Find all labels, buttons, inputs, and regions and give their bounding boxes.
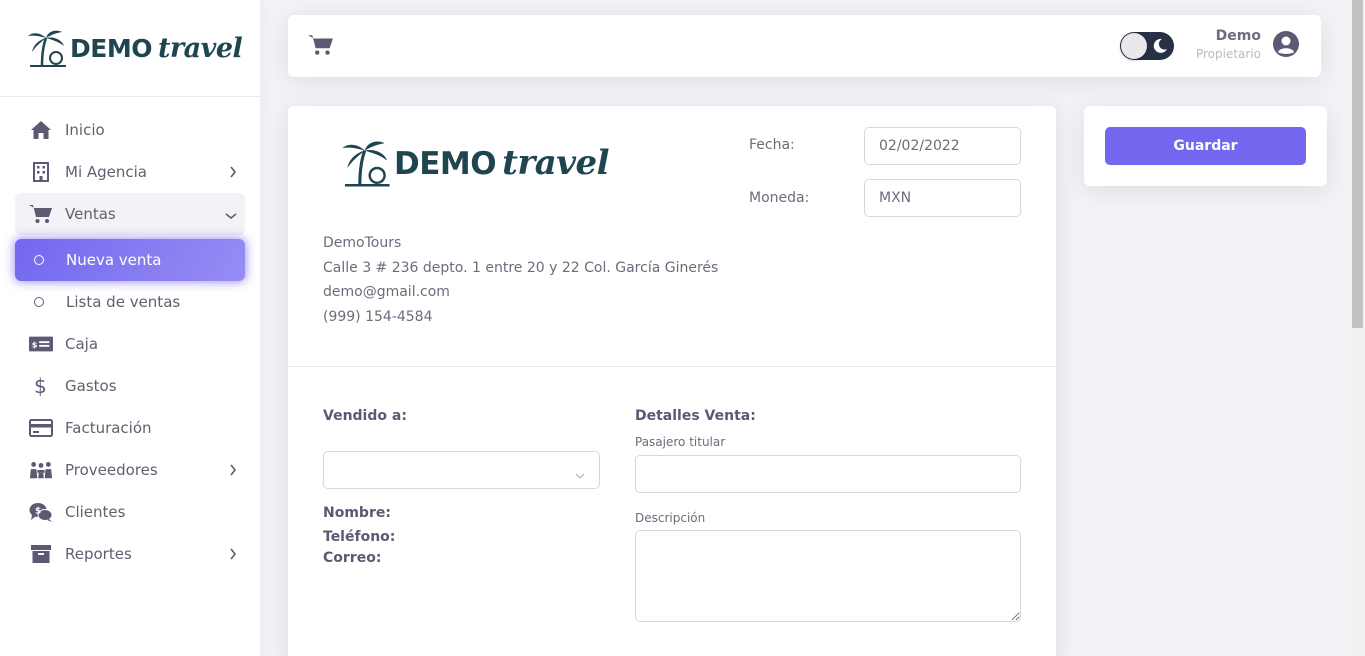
chevron-down-icon [575,465,585,484]
passenger-input[interactable] [635,455,1021,493]
invoice-logo-text: DEMO travel [394,143,610,183]
sidebar-item-gastos[interactable]: $ Gastos [15,365,245,407]
home-icon [29,118,53,142]
sidebar-item-nueva-venta[interactable]: Nueva venta [15,239,245,281]
circle-icon [34,255,44,265]
currency-input[interactable] [864,179,1021,217]
invoice-logo-inner: DEMO travel [340,138,610,188]
currency-label: Moneda: [749,190,810,206]
date-input[interactable] [864,127,1021,165]
brand-word-travel: travel [502,143,610,183]
sidebar-item-label: Ventas [65,205,116,223]
circle-icon [34,297,44,307]
sidebar-item-label: Facturación [65,419,152,437]
sidebar-item-lista-de-ventas[interactable]: Lista de ventas [15,281,245,323]
toggle-knob [1121,33,1147,59]
description-label: Descripción [635,511,706,525]
chevron-down-icon [225,206,237,224]
sidebar: DEMO travel Inicio Mi Agencia Ventas Nue… [0,0,260,656]
actions-card: Guardar [1084,106,1327,186]
brand-logo-text: DEMO travel [70,32,243,64]
sidebar-item-label: Caja [65,335,99,353]
people-icon [29,458,53,482]
sidebar-item-ventas[interactable]: Ventas [15,193,245,235]
brand-word-travel: travel [157,32,243,64]
invoice-card: DEMO travel DemoTours Calle 3 # 236 depto… [288,106,1056,656]
page-scrollbar[interactable] [1350,0,1365,656]
user-info[interactable]: Demo Propietario [1196,28,1261,61]
chevron-right-icon [229,164,237,182]
sale-details-title: Detalles Venta: [635,408,756,424]
sidebar-item-caja[interactable]: $ Caja [15,323,245,365]
svg-text:$: $ [35,507,41,517]
top-navbar: Demo Propietario [288,15,1321,77]
archive-icon [29,542,53,566]
scrollbar-thumb[interactable] [1352,0,1363,328]
user-role: Propietario [1195,47,1261,61]
invoice-logo: DEMO travel [340,138,610,188]
passenger-label: Pasajero titular [635,435,726,449]
sidebar-item-clientes[interactable]: $ Clientes [15,491,245,533]
section-divider [288,366,1056,367]
chevron-right-icon [229,462,237,480]
company-address: Calle 3 # 236 depto. 1 entre 20 y 22 Col… [323,259,719,276]
palm-tree-icon [28,30,66,67]
description-textarea[interactable] [635,530,1021,622]
building-icon [29,160,53,184]
company-phone: (999) 154-4584 [323,308,433,325]
sidebar-item-mi-agencia[interactable]: Mi Agencia [15,151,245,193]
save-button[interactable]: Guardar [1105,127,1306,165]
sidebar-item-label: Clientes [65,503,126,521]
comments-dollar-icon: $ [29,500,53,524]
brand-area: DEMO travel [0,0,260,97]
company-info: DemoTours Calle 3 # 236 depto. 1 entre 2… [323,231,718,329]
chevron-right-icon [229,546,237,564]
brand-logo[interactable]: DEMO travel [26,28,243,68]
sidebar-item-label: Gastos [65,377,117,395]
cash-icon: $ [29,332,53,356]
date-label: Fecha: [749,137,795,153]
sidebar-item-label: Reportes [65,545,132,563]
sidebar-item-reportes[interactable]: Reportes [15,533,245,575]
sold-to-title: Vendido a: [323,408,407,424]
sidebar-item-proveedores[interactable]: Proveedores [15,449,245,491]
svg-text:$: $ [34,375,47,397]
cart-icon[interactable] [308,34,334,60]
brand-word-demo: DEMO [394,146,497,182]
company-email: demo@gmail.com [323,284,450,300]
dollar-icon: $ [29,374,53,398]
client-email-label: Correo: [323,550,382,566]
brand-word-demo: DEMO [70,33,152,63]
cart-icon [29,202,53,226]
sidebar-item-label: Inicio [65,121,105,139]
user-name: Demo [1215,28,1261,44]
client-select[interactable] [323,451,600,489]
moon-icon [1152,38,1168,58]
sidebar-item-label: Nueva venta [66,251,162,269]
sidebar-item-inicio[interactable]: Inicio [15,109,245,151]
sidebar-item-label: Lista de ventas [66,293,181,311]
sidebar-item-label: Proveedores [65,461,158,479]
svg-text:$: $ [32,340,38,350]
client-phone-label: Teléfono: [323,529,396,545]
sidebar-nav: Inicio Mi Agencia Ventas Nueva venta Lis… [0,97,260,575]
company-name: DemoTours [323,235,402,251]
dark-mode-toggle[interactable] [1120,32,1174,60]
sidebar-item-facturacion[interactable]: Facturación [15,407,245,449]
client-name-label: Nombre: [323,505,391,521]
avatar[interactable] [1272,30,1300,62]
sidebar-item-label: Mi Agencia [65,163,148,181]
credit-card-icon [29,416,53,440]
palm-tree-icon [342,141,390,187]
